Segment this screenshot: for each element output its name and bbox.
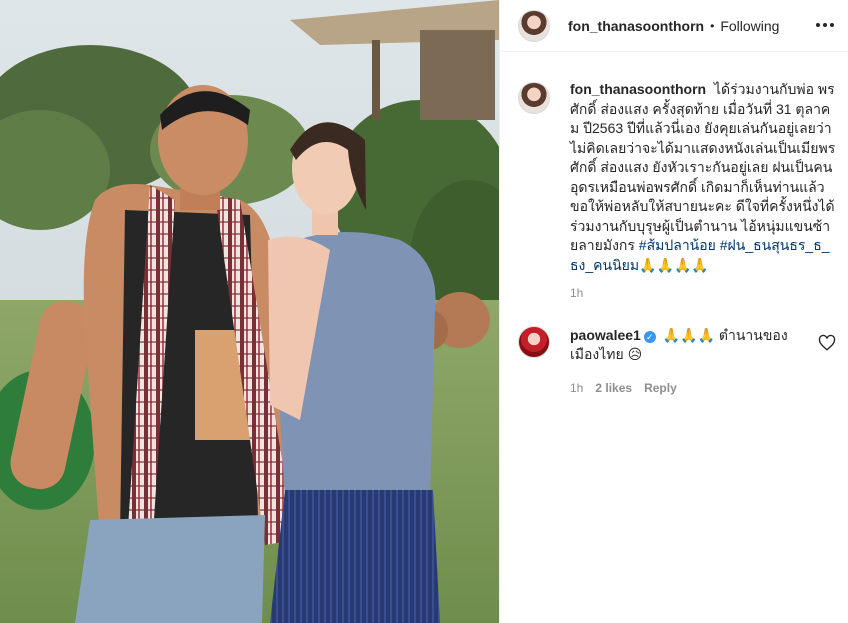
post-header: fon_thanasoonthorn • Following	[500, 0, 848, 52]
comment-likes[interactable]: 2 likes	[595, 381, 632, 395]
author-username[interactable]: fon_thanasoonthorn	[568, 18, 704, 34]
comment-text: paowalee1 ✓ 🙏🙏🙏 ตำนานของเมืองไทย 😥	[570, 326, 810, 364]
comment-timestamp[interactable]: 1h	[570, 381, 583, 395]
comment-meta: 1h 2 likes Reply	[570, 381, 677, 395]
more-options-icon[interactable]	[813, 13, 837, 37]
like-heart-icon[interactable]	[818, 334, 836, 352]
caption-timestamp[interactable]: 1h	[570, 286, 583, 300]
post-photo[interactable]	[0, 0, 499, 623]
commenter-avatar[interactable]	[518, 326, 550, 358]
header-separator: •	[710, 18, 715, 33]
caption-text: fon_thanasoonthorn ได้ร่วมงานกับพ่อ พรศั…	[570, 80, 836, 275]
post-side-panel: fon_thanasoonthorn • Following fon_thana…	[499, 0, 848, 623]
caption-emoji: 🙏🙏🙏🙏	[639, 256, 709, 273]
reply-button[interactable]: Reply	[644, 381, 677, 395]
commenter-username[interactable]: paowalee1	[570, 327, 641, 343]
following-button[interactable]: Following	[720, 18, 779, 34]
caption-username[interactable]: fon_thanasoonthorn	[570, 81, 706, 97]
hashtag-link[interactable]: #ส้มปลาน้อย	[639, 237, 716, 253]
caption-author-avatar[interactable]	[518, 82, 550, 114]
verified-badge-icon: ✓	[643, 331, 656, 343]
author-avatar[interactable]	[518, 9, 550, 42]
photo-illustration	[0, 0, 499, 623]
caption-body: ได้ร่วมงานกับพ่อ พรศักดิ์ ส่องแสง ครั้งส…	[570, 81, 836, 253]
instagram-post-dialog: fon_thanasoonthorn • Following fon_thana…	[0, 0, 848, 623]
